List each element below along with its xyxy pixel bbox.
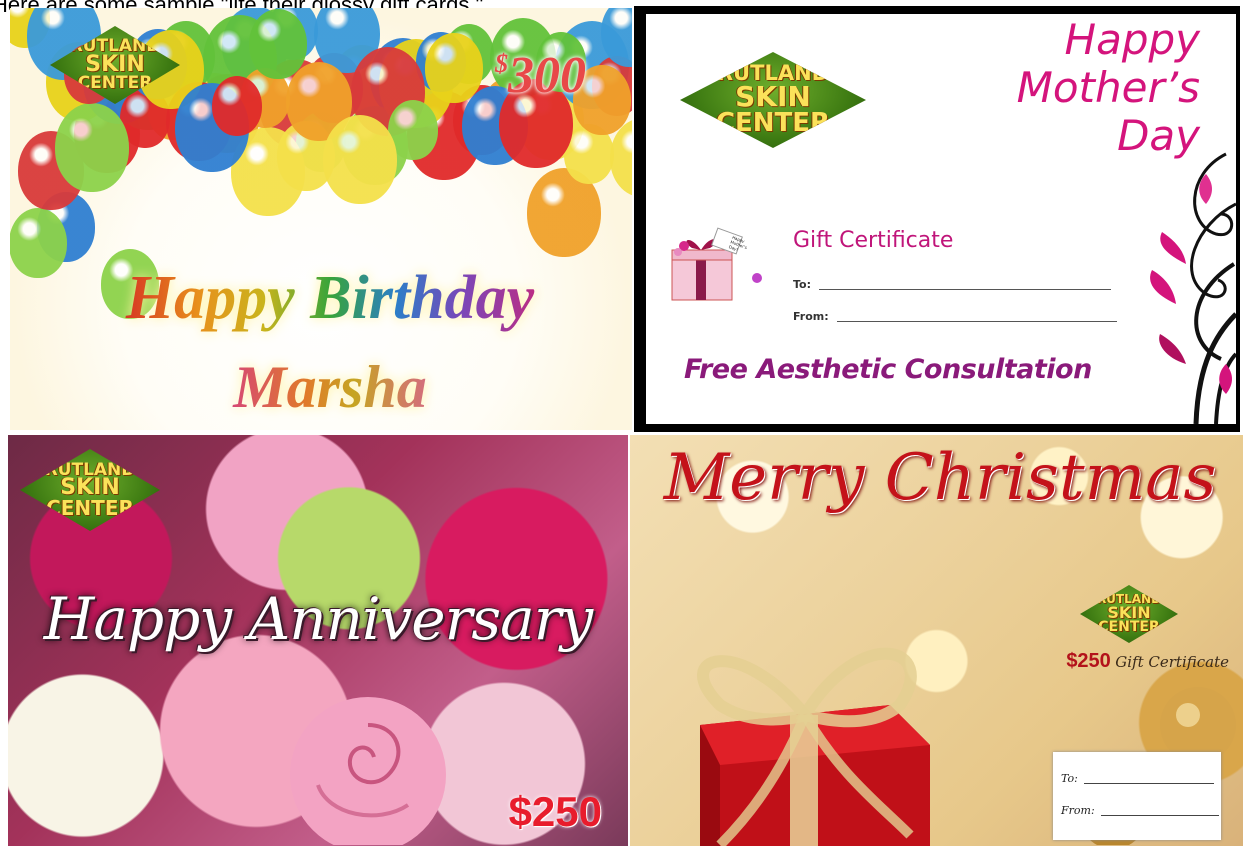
gift-box-icon	[662, 226, 772, 306]
to-line	[1084, 783, 1214, 784]
christmas-gift-line: $250 Gift Certificate	[1066, 650, 1229, 673]
balloon-shape	[323, 115, 397, 204]
birthday-recipient-name: Marsha	[210, 353, 450, 422]
rutland-skin-center-logo: RUTLAND SKIN CENTER	[680, 52, 866, 148]
to-label: To:	[1061, 772, 1078, 785]
rutland-skin-center-logo: RUTLAND SKIN CENTER	[1080, 585, 1178, 643]
from-label: From:	[1061, 804, 1095, 817]
balloon-shape	[425, 33, 483, 103]
balloon-shape	[212, 76, 262, 136]
from-line	[1101, 815, 1219, 816]
anniversary-amount: $250	[509, 788, 602, 836]
christmas-amount: $250	[1066, 650, 1111, 672]
birthday-amount: $300	[495, 46, 586, 105]
mothers-day-gift-card: RUTLAND SKIN CENTER Happy Mother’s Day H…	[634, 6, 1240, 432]
gift-box-icon	[660, 615, 960, 846]
birthday-title: Happy Birthday	[110, 263, 550, 334]
mothers-day-title-line-2: Mother’s	[1017, 64, 1200, 112]
dollar-sign: $	[495, 49, 508, 78]
balloon-shape	[10, 208, 67, 278]
offer-text: Free Aesthetic Consultation	[684, 354, 1092, 385]
mothers-day-title: Happy Mother’s Day	[1017, 16, 1200, 160]
birthday-gift-card: RUTLAND SKIN CENTER $300 Happy Birthday …	[10, 8, 632, 430]
mothers-day-card-inner: RUTLAND SKIN CENTER Happy Mother’s Day H…	[646, 14, 1236, 424]
to-field: To:	[1061, 772, 1214, 785]
from-field: From:	[1061, 804, 1219, 817]
christmas-gift-card: Merry Christmas RUTLAND SKIN CENTER $250…	[630, 435, 1243, 846]
anniversary-gift-card: RUTLAND SKIN CENTER Happy Anniversary $2…	[8, 435, 628, 846]
floral-swirl-decoration	[1126, 144, 1236, 424]
christmas-address-form: To: From:	[1053, 752, 1221, 840]
balloon-shape	[249, 9, 307, 79]
logo-line-2: SKIN	[735, 84, 811, 111]
christmas-title: Merry Christmas	[650, 441, 1230, 515]
balloon-shape	[55, 103, 129, 192]
logo-line-3: CENTER	[1098, 621, 1159, 634]
from-line	[837, 321, 1117, 322]
anniversary-title: Happy Anniversary	[38, 585, 598, 653]
logo-line-3: CENTER	[46, 499, 134, 518]
rose-flower-icon	[278, 685, 458, 845]
mothers-day-title-line-1: Happy	[1017, 16, 1200, 64]
to-label: To:	[793, 278, 811, 291]
to-line	[819, 289, 1111, 290]
to-field: To:	[793, 278, 1111, 291]
birthday-amount-value: 300	[508, 47, 586, 104]
from-label: From:	[793, 310, 829, 323]
christmas-gift-certificate-label: Gift Certificate	[1115, 653, 1229, 671]
from-field: From:	[793, 310, 1117, 323]
gift-certificate-label: Gift Certificate	[793, 228, 953, 253]
rutland-skin-center-logo: RUTLAND SKIN CENTER	[20, 449, 160, 531]
logo-line-3: CENTER	[716, 111, 830, 136]
logo-line-2: SKIN	[85, 55, 145, 76]
